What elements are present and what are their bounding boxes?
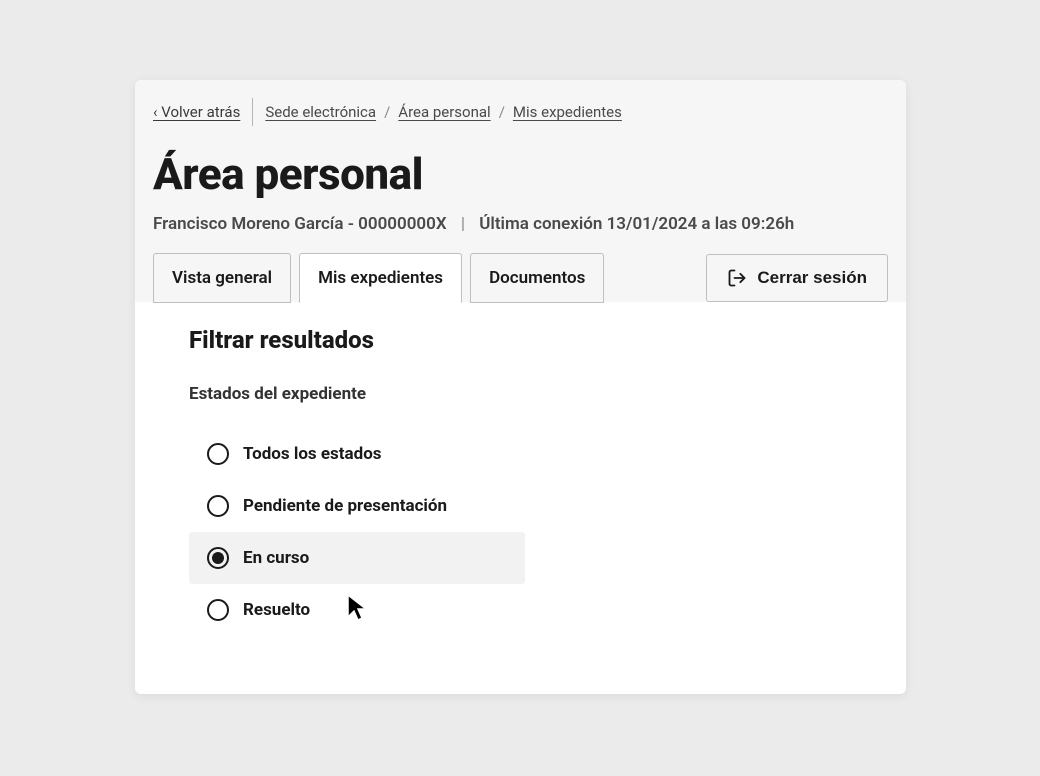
radio-icon bbox=[207, 547, 229, 569]
radio-label: Todos los estados bbox=[243, 444, 382, 464]
tab-documents[interactable]: Documentos bbox=[470, 253, 604, 303]
breadcrumb-item-area[interactable]: Área personal bbox=[398, 103, 490, 121]
radio-all-states[interactable]: Todos los estados bbox=[189, 428, 525, 480]
radio-icon bbox=[207, 443, 229, 465]
main-panel: ‹ Volver atrás Sede electrónica / Área p… bbox=[135, 80, 906, 694]
radio-icon bbox=[207, 599, 229, 621]
breadcrumb-item-expedientes[interactable]: Mis expedientes bbox=[513, 103, 622, 121]
logout-button[interactable]: Cerrar sesión bbox=[706, 254, 888, 302]
user-info-line: Francisco Moreno García - 00000000X | Úl… bbox=[135, 200, 906, 252]
tab-dossiers[interactable]: Mis expedientes bbox=[299, 253, 462, 303]
breadcrumb-sep: / bbox=[499, 103, 505, 121]
radio-pending[interactable]: Pendiente de presentación bbox=[189, 480, 525, 532]
tabs-row: Vista general Mis expedientes Documentos… bbox=[135, 252, 906, 302]
radio-label: Resuelto bbox=[243, 600, 310, 620]
breadcrumb-item-sede[interactable]: Sede electrónica bbox=[265, 103, 376, 121]
radio-in-progress[interactable]: En curso bbox=[189, 532, 525, 584]
user-info-sep: | bbox=[461, 214, 465, 234]
radio-icon bbox=[207, 495, 229, 517]
breadcrumb-divider bbox=[252, 98, 253, 126]
radio-resolved[interactable]: Resuelto bbox=[189, 584, 525, 636]
content-area: Filtrar resultados Estados del expedient… bbox=[135, 302, 906, 666]
breadcrumb: ‹ Volver atrás Sede electrónica / Área p… bbox=[135, 98, 906, 126]
page-title: Área personal bbox=[135, 126, 906, 200]
breadcrumb-sep: / bbox=[384, 103, 390, 121]
back-link[interactable]: ‹ Volver atrás bbox=[153, 103, 252, 121]
logout-icon bbox=[727, 268, 747, 288]
radio-label: Pendiente de presentación bbox=[243, 496, 447, 516]
panel-header: ‹ Volver atrás Sede electrónica / Área p… bbox=[135, 80, 906, 302]
filter-subtitle: Estados del expediente bbox=[189, 384, 852, 404]
radio-label: En curso bbox=[243, 548, 309, 568]
logout-label: Cerrar sesión bbox=[757, 268, 867, 288]
radio-list: Todos los estados Pendiente de presentac… bbox=[189, 428, 852, 636]
user-name-id: Francisco Moreno García - 00000000X bbox=[153, 214, 447, 234]
last-login: Última conexión 13/01/2024 a las 09:26h bbox=[479, 214, 794, 234]
filter-title: Filtrar resultados bbox=[189, 326, 852, 354]
tab-overview[interactable]: Vista general bbox=[153, 253, 291, 303]
